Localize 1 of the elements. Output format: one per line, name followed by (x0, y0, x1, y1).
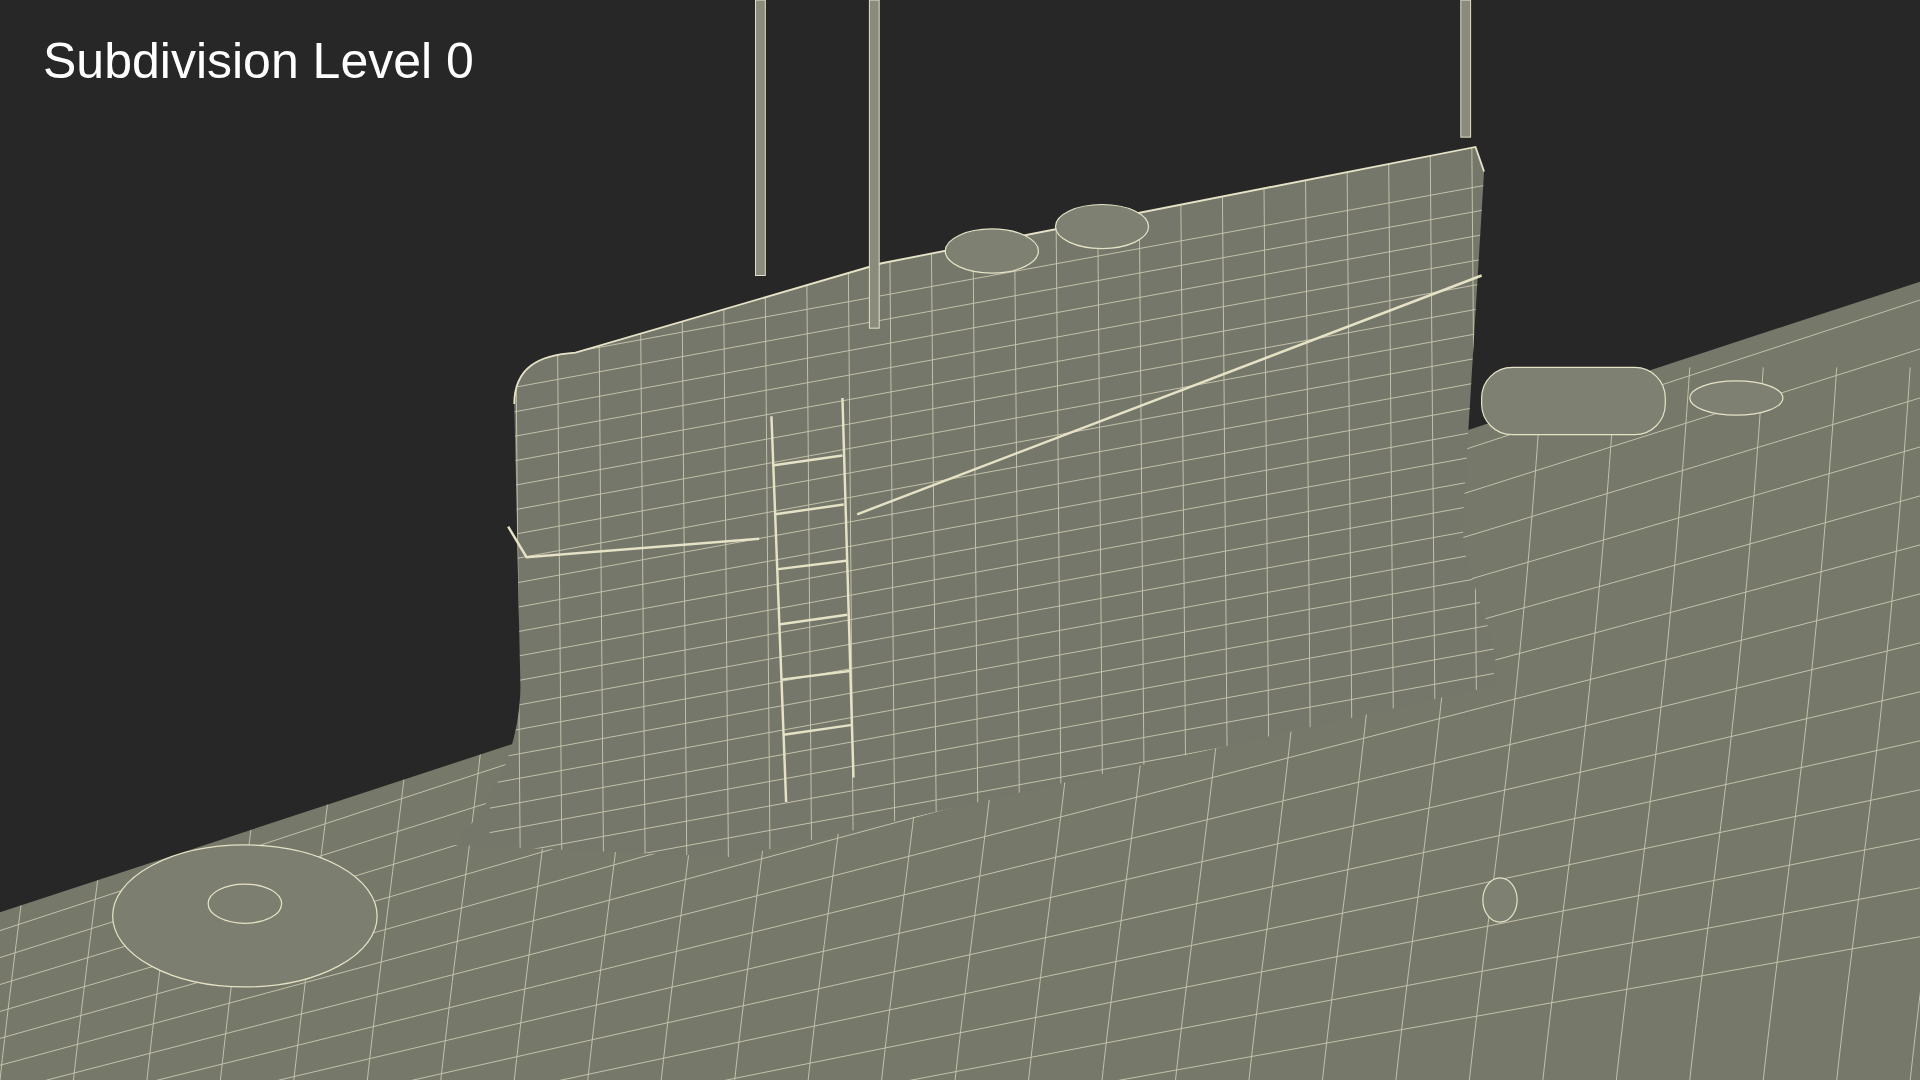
caption-text: Subdivision Level 0 (43, 32, 474, 91)
